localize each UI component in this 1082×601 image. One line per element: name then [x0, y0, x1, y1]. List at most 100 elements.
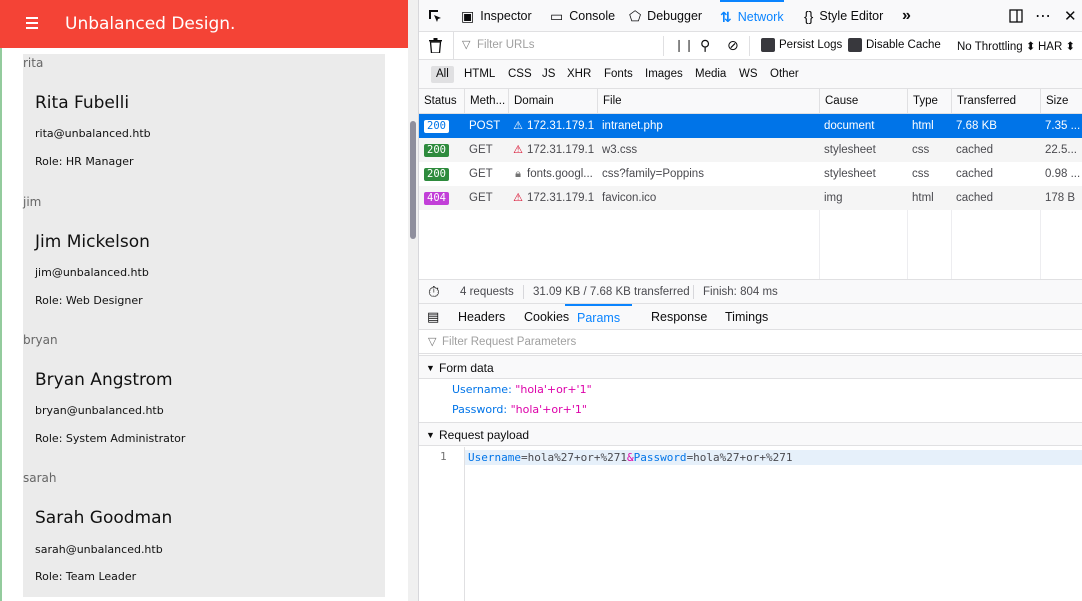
form-data-header[interactable]: ▼ Form data	[419, 355, 1082, 379]
chevron-down-icon: ▼	[426, 363, 435, 373]
element-picker-icon[interactable]	[427, 0, 443, 32]
persist-logs-checkbox[interactable]	[761, 38, 775, 52]
disable-cache-checkbox[interactable]	[848, 38, 862, 52]
column-size[interactable]: Size	[1040, 89, 1082, 114]
request-type: css	[912, 144, 930, 156]
throttling-select[interactable]: No Throttling ⬍	[957, 39, 1035, 53]
user-email: bryan@unbalanced.htb	[35, 404, 164, 417]
tab-headers[interactable]: Headers	[458, 304, 505, 330]
filter-media-button[interactable]: Media	[690, 66, 731, 83]
requests-table-header: Status Meth... Domain File Cause Type Tr…	[419, 89, 1082, 114]
param-key: Password:	[452, 403, 508, 416]
filter-params-input[interactable]: ▽ Filter Request Parameters	[419, 330, 1082, 354]
request-type-filters: All HTML CSS JS XHR Fonts Images Media W…	[419, 60, 1082, 89]
close-devtools-icon[interactable]: ✕	[1064, 0, 1077, 32]
trash-icon[interactable]	[429, 38, 442, 56]
toggle-sidebar-icon[interactable]: ▤	[427, 309, 439, 325]
filter-fonts-button[interactable]: Fonts	[599, 66, 638, 83]
request-cause: img	[824, 192, 843, 204]
tab-timings[interactable]: Timings	[725, 304, 768, 330]
column-type[interactable]: Type	[907, 89, 951, 114]
page-scrollbar[interactable]	[408, 0, 419, 601]
more-tools-chevron-icon[interactable]: »	[902, 0, 911, 32]
status-badge: 200	[424, 120, 449, 133]
tab-cookies[interactable]: Cookies	[524, 304, 569, 330]
filter-all-button[interactable]: All	[431, 66, 454, 83]
table-row[interactable]: 200 GET ⚠ 172.31.179.1 w3.css stylesheet …	[419, 138, 1082, 162]
user-name: Rita Fubelli	[35, 93, 130, 113]
user-name: Bryan Angstrom	[35, 370, 173, 390]
line-number: 1	[440, 450, 447, 463]
filter-params-placeholder: Filter Request Parameters	[442, 336, 577, 348]
request-domain: 172.31.179.1	[527, 144, 595, 156]
page-edge	[0, 48, 2, 601]
chevron-down-icon: ▼	[426, 430, 435, 440]
column-transferred[interactable]: Transferred	[951, 89, 1040, 114]
persist-logs-label: Persist Logs	[779, 39, 843, 51]
more-options-icon[interactable]: ⋯	[1035, 0, 1051, 32]
filter-xhr-button[interactable]: XHR	[562, 66, 596, 83]
inspector-icon: ▣	[461, 7, 475, 24]
user-section-label: rita	[23, 56, 44, 70]
har-menu[interactable]: HAR ⬍	[1038, 39, 1075, 53]
request-domain: 172.31.179.1	[527, 192, 595, 204]
filter-js-button[interactable]: JS	[537, 66, 560, 83]
column-method[interactable]: Meth...	[464, 89, 508, 114]
tab-console-label: Console	[569, 9, 616, 23]
form-data-title: Form data	[439, 361, 494, 375]
filter-icon: ▽	[428, 336, 437, 348]
filter-other-button[interactable]: Other	[765, 66, 804, 83]
tab-inspector[interactable]: ▣ Inspector	[461, 0, 532, 32]
request-file: favicon.ico	[602, 192, 657, 204]
timer-icon[interactable]: ⏱	[428, 281, 440, 305]
request-cause: stylesheet	[824, 144, 876, 156]
request-type: html	[912, 192, 934, 204]
page-scrollbar-thumb[interactable]	[410, 121, 416, 239]
payload-value: =hola%27+or+%271	[520, 451, 627, 464]
status-badge: 404	[424, 192, 449, 205]
tab-debugger[interactable]: ⬠ Debugger	[629, 0, 702, 32]
summary-requests: 4 requests	[460, 286, 514, 298]
column-cause[interactable]: Cause	[819, 89, 907, 114]
request-size: 0.98 ...	[1045, 168, 1081, 180]
request-size: 7.35 ...	[1045, 120, 1081, 132]
block-icon[interactable]: ⊘	[727, 37, 739, 54]
column-file[interactable]: File	[597, 89, 819, 114]
web-page: Unbalanced Design. rita Rita Fubelli rit…	[0, 0, 408, 601]
tab-response[interactable]: Response	[651, 304, 707, 330]
pause-icon[interactable]: ❘❘	[674, 38, 694, 52]
dock-side-icon[interactable]	[1009, 0, 1023, 32]
filter-html-button[interactable]: HTML	[459, 66, 500, 83]
table-row[interactable]: 200 GET 🔒︎ fonts.googl... css?family=Popp…	[419, 162, 1082, 186]
payload-editor[interactable]: 1 Username=hola%27+or+%271&Password=hola…	[419, 447, 1082, 601]
hamburger-menu-icon[interactable]	[26, 17, 38, 31]
table-row[interactable]: 404 GET ⚠ 172.31.179.1 favicon.ico img ht…	[419, 186, 1082, 210]
tab-network[interactable]: ⇅ Network	[720, 0, 784, 32]
payload-code-line: Username=hola%27+or+%271&Password=hola%2…	[465, 450, 1082, 465]
tab-style-editor[interactable]: {} Style Editor	[804, 0, 883, 32]
request-file: css?family=Poppins	[602, 168, 704, 180]
filter-ws-button[interactable]: WS	[734, 66, 763, 83]
tab-params[interactable]: Params	[565, 304, 633, 330]
request-method: GET	[469, 168, 493, 180]
column-status[interactable]: Status	[419, 89, 464, 114]
request-method: GET	[469, 192, 493, 204]
request-payload-title: Request payload	[439, 428, 530, 442]
search-icon[interactable]: ⚲	[700, 37, 710, 54]
filter-images-button[interactable]: Images	[640, 66, 688, 83]
filter-css-button[interactable]: CSS	[503, 66, 537, 83]
request-size: 178 B	[1045, 192, 1076, 204]
tab-console[interactable]: ▭ Console	[550, 0, 615, 32]
table-row[interactable]: 200 POST ⚠ 172.31.179.1 intranet.php docu…	[419, 114, 1082, 138]
request-type: html	[912, 120, 934, 132]
filter-urls-input[interactable]: ▽ Filter URLs	[453, 32, 663, 59]
tab-debugger-label: Debugger	[647, 9, 703, 23]
network-icon: ⇅	[720, 8, 732, 25]
column-domain[interactable]: Domain	[508, 89, 597, 114]
form-param: Username: "hola'+or+'1"	[452, 383, 592, 396]
user-role: Role: Team Leader	[35, 570, 137, 583]
request-payload-header[interactable]: ▼ Request payload	[419, 422, 1082, 446]
request-size: 22.5...	[1045, 144, 1077, 156]
network-filter-bar: ▽ Filter URLs ❘❘ ⚲ ⊘ Persist Logs Disabl…	[419, 32, 1082, 60]
user-email: rita@unbalanced.htb	[35, 127, 151, 140]
